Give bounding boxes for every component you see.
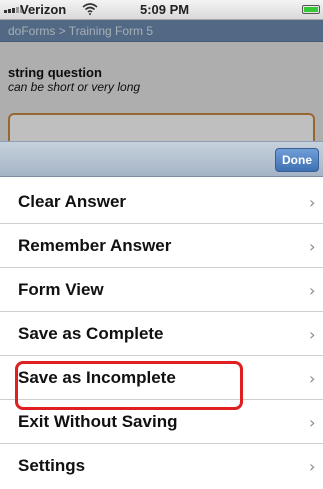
- carrier-name: Verizon: [20, 2, 67, 17]
- menu-item-save-as-complete[interactable]: Save as Complete ›: [0, 312, 323, 356]
- menu-item-clear-answer[interactable]: Clear Answer ›: [0, 180, 323, 224]
- dim-overlay: [0, 20, 323, 142]
- chevron-right-icon: ›: [309, 281, 316, 300]
- battery-icon: [302, 5, 320, 14]
- menu-item-form-view[interactable]: Form View ›: [0, 268, 323, 312]
- menu-item-remember-answer[interactable]: Remember Answer ›: [0, 224, 323, 268]
- menu-item-label: Save as Complete: [18, 324, 164, 343]
- menu-item-settings[interactable]: Settings ›: [0, 444, 323, 488]
- chevron-right-icon: ›: [309, 325, 316, 344]
- action-menu: Clear Answer › Remember Answer › Form Vi…: [0, 177, 323, 489]
- menu-toolbar: Done: [0, 141, 323, 177]
- chevron-right-icon: ›: [309, 369, 316, 388]
- done-button[interactable]: Done: [275, 148, 319, 172]
- battery-fill: [304, 7, 318, 12]
- menu-item-label: Exit Without Saving: [18, 412, 178, 431]
- menu-item-label: Settings: [18, 456, 86, 475]
- chevron-right-icon: ›: [309, 237, 316, 256]
- chevron-right-icon: ›: [309, 413, 316, 432]
- menu-item-label: Remember Answer: [18, 236, 172, 255]
- highlight-annotation: [15, 361, 243, 410]
- wifi-icon: [82, 3, 98, 15]
- chevron-right-icon: ›: [309, 193, 316, 212]
- menu-item-label: Form View: [18, 280, 104, 299]
- menu-item-label: Clear Answer: [18, 192, 127, 211]
- status-bar: Verizon 5:09 PM: [0, 0, 323, 20]
- chevron-right-icon: ›: [309, 457, 316, 476]
- clock-time: 5:09 PM: [140, 2, 190, 17]
